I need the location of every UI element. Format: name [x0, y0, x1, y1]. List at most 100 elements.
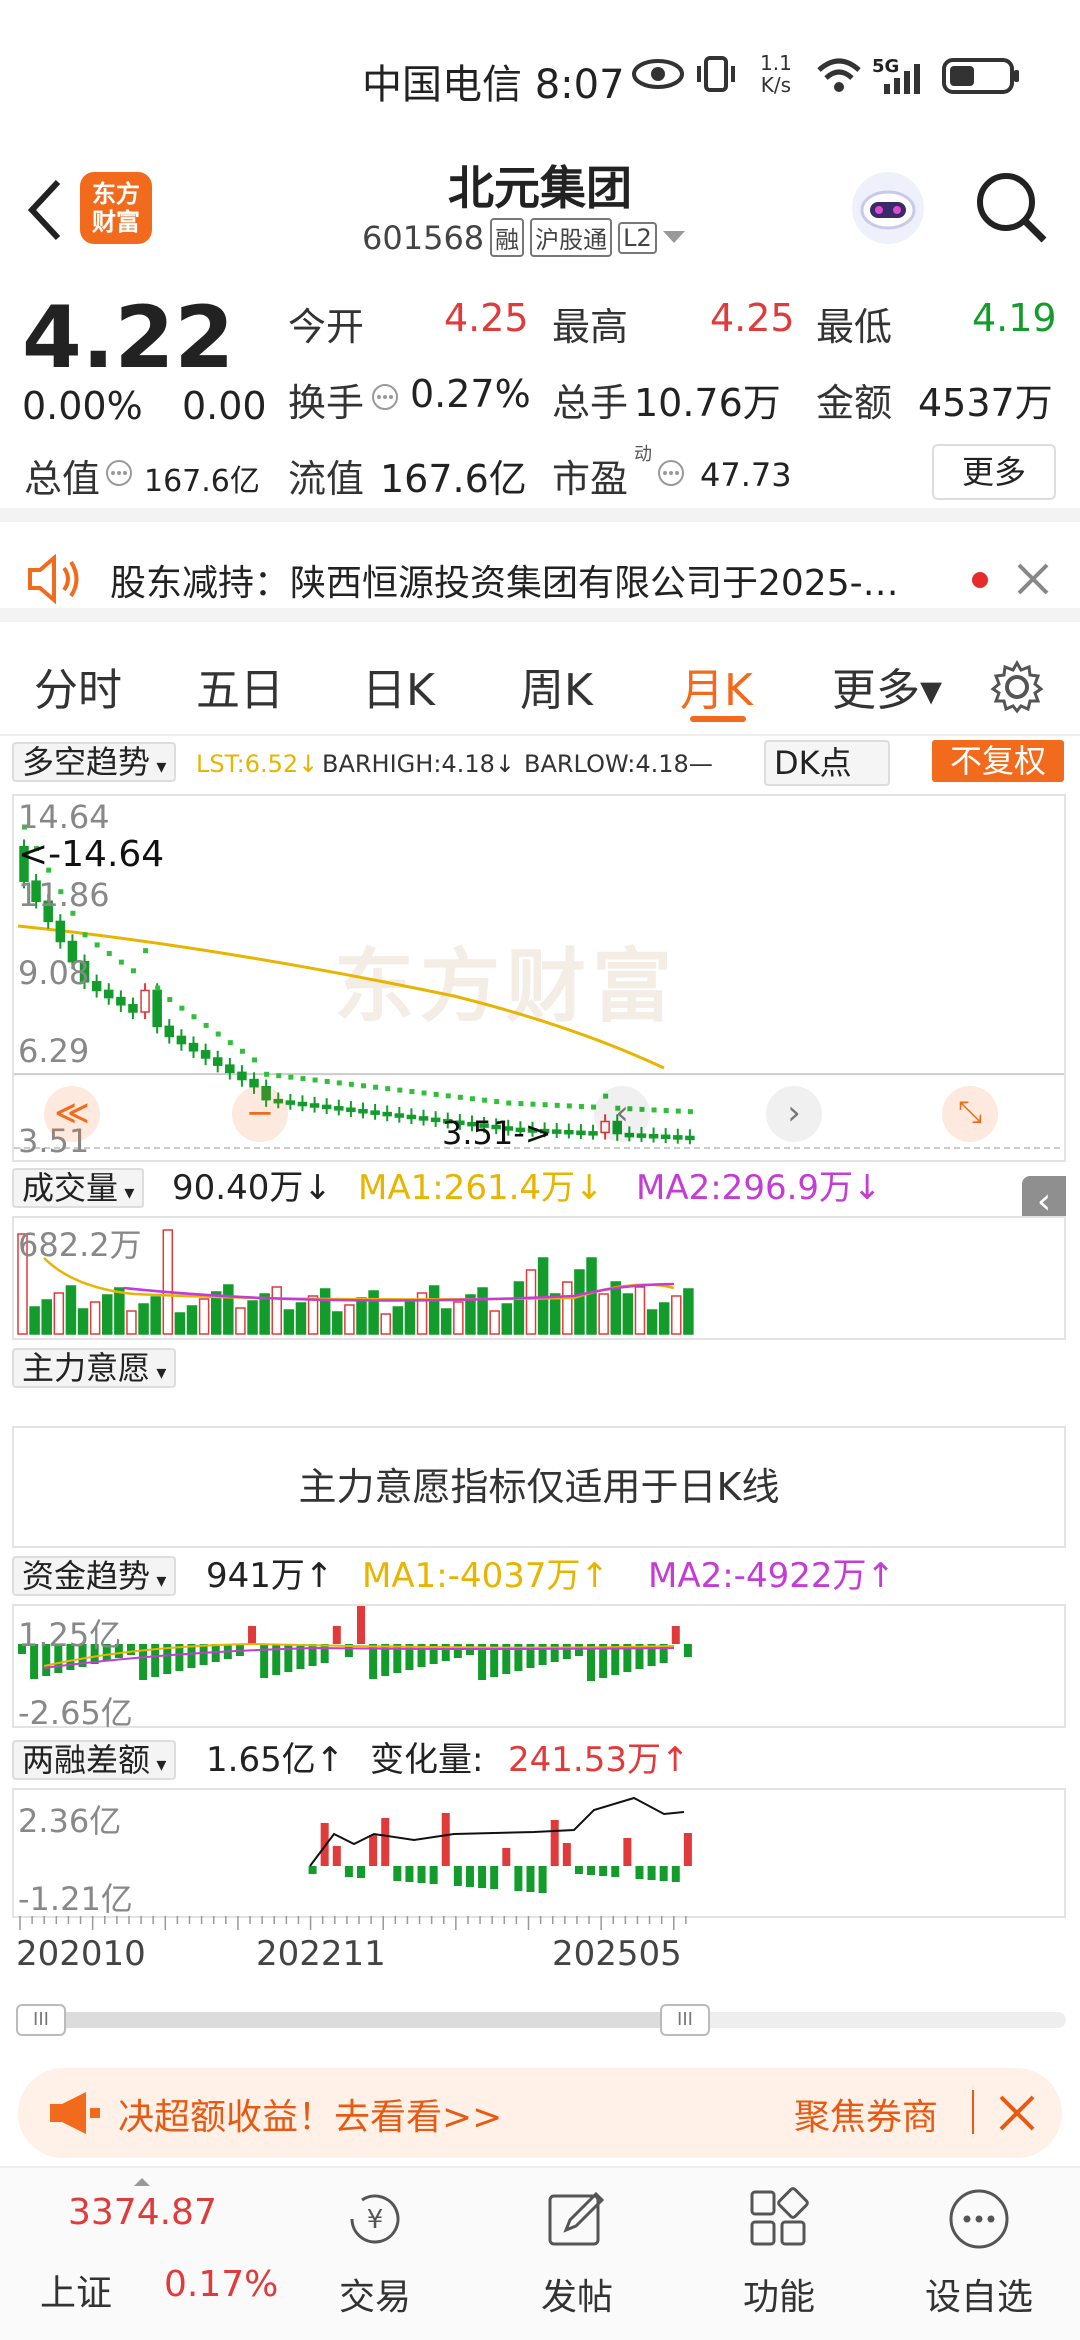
stock-code-row[interactable]: 601568 融 沪股通 L2: [362, 218, 685, 257]
volume-bar: [235, 1307, 246, 1335]
margin-bar: [538, 1866, 547, 1893]
zhuli-select[interactable]: 主力意愿 ▾: [12, 1348, 177, 1388]
change-pct: 0.00%: [22, 384, 143, 428]
chart-area: 多空趋势 ▾ LST:6.52↓ BARHIGH:4.18↓ BARLOW:4.…: [0, 736, 1080, 2036]
nav-trade[interactable]: 交易: [305, 2268, 445, 2320]
x-label-3: 202505: [552, 1934, 682, 1974]
volume-bar: [186, 1305, 198, 1335]
margin-bar: [441, 1813, 450, 1866]
candle: [564, 1129, 574, 1135]
tab-weekly-k[interactable]: 周K: [520, 654, 593, 718]
fuquan-button[interactable]: 不复权: [932, 740, 1064, 782]
apps-icon[interactable]: [746, 2186, 812, 2252]
dk-point-select[interactable]: DK点: [764, 740, 890, 786]
volume-bar: [65, 1285, 77, 1335]
trend-dot: [179, 1005, 185, 1011]
fund-bar: [453, 1644, 462, 1658]
volume-bar: [53, 1292, 65, 1335]
scroll-left-button[interactable]: ‹: [594, 1086, 650, 1142]
tab-daily-k[interactable]: 日K: [362, 654, 435, 718]
fund-bar: [562, 1644, 571, 1659]
close-icon[interactable]: [1016, 562, 1050, 596]
margin-bar: [635, 1866, 644, 1879]
trend-dot: [433, 1091, 439, 1097]
volume-bar: [477, 1287, 488, 1335]
volume-panel[interactable]: 682.2万: [12, 1216, 1066, 1340]
info-icon[interactable]: [370, 382, 400, 412]
kline-panel[interactable]: 东方财富 14.64 <-14.64 11.86 9.08 6.29 3.51 …: [12, 794, 1066, 1162]
stock-code: 601568: [362, 218, 485, 257]
gear-icon[interactable]: [990, 660, 1044, 714]
high-value: 4.25: [710, 296, 795, 340]
eye-icon: [632, 59, 684, 89]
expand-indicator[interactable]: [134, 2178, 150, 2186]
trend-dot: [554, 1102, 560, 1108]
nav-post[interactable]: 发帖: [507, 2268, 647, 2320]
low-label: 最低: [816, 305, 893, 349]
notice-text: 股东减持：陕西恒源投资集团有限公司于2025-…: [110, 563, 899, 604]
dk-label: DK点: [774, 744, 852, 782]
fullscreen-icon[interactable]: ⤡: [942, 1086, 998, 1142]
trend-dot: [542, 1102, 548, 1108]
more-icon[interactable]: [946, 2186, 1012, 2252]
volume-bar: [102, 1294, 113, 1335]
indicator-select[interactable]: 多空趋势 ▾: [12, 742, 177, 782]
margin-bar: [344, 1866, 353, 1877]
carrier-time: 中国电信 8:07: [362, 62, 625, 108]
range-handle-right[interactable]: III: [660, 2004, 710, 2036]
nav-functions[interactable]: 功能: [709, 2268, 849, 2320]
volume-bar: [368, 1290, 379, 1335]
volume-bar: [162, 1229, 174, 1335]
x-label-1: 202010: [16, 1934, 146, 1974]
info-icon[interactable]: [656, 458, 686, 488]
vibrate-icon: [697, 56, 735, 92]
tab-five-day[interactable]: 五日: [196, 654, 284, 718]
trend-dot: [663, 1108, 669, 1114]
promo-banner[interactable]: 决超额收益！去看看>> 聚焦券商: [18, 2068, 1062, 2158]
kline-chart: [14, 824, 1064, 1149]
barhigh-value: BARHIGH:4.18↓: [322, 750, 515, 778]
zijin-panel[interactable]: 1.25亿 -2.65亿: [12, 1604, 1066, 1732]
scroll-left-fast-button[interactable]: ≪: [44, 1086, 100, 1142]
trend-dot: [239, 1048, 245, 1054]
margin-bar: [320, 1823, 329, 1866]
post-icon[interactable]: [544, 2186, 610, 2252]
margin-bar: [332, 1846, 341, 1866]
tab-more[interactable]: 更多▾: [832, 654, 942, 718]
rongzi-select[interactable]: 两融差额 ▾: [12, 1740, 177, 1780]
volume-select[interactable]: 成交量 ▾: [12, 1168, 145, 1208]
unread-dot: [972, 572, 988, 588]
scroll-right-button[interactable]: ›: [766, 1086, 822, 1142]
robot-avatar-icon[interactable]: [846, 166, 930, 250]
candle: [382, 1111, 392, 1117]
zijin-select[interactable]: 资金趋势 ▾: [12, 1556, 177, 1596]
tab-intraday[interactable]: 分时: [34, 654, 122, 718]
index-value[interactable]: 3374.87: [68, 2192, 217, 2233]
info-icon[interactable]: [104, 458, 134, 488]
search-icon[interactable]: [974, 170, 1050, 246]
trend-dot: [143, 948, 149, 954]
candle: [212, 1057, 223, 1066]
index-change[interactable]: 0.17%: [164, 2264, 278, 2305]
trend-dot: [494, 1099, 500, 1105]
notice-bar[interactable]: 股东减持：陕西恒源投资集团有限公司于2025-…: [0, 536, 1080, 622]
zijin-ma1: MA1:-4037万↑: [362, 1556, 609, 1596]
float-value: 167.6亿: [380, 457, 527, 501]
volume-bar: [501, 1303, 513, 1335]
candle: [140, 989, 150, 1013]
volume-max: 682.2万: [18, 1226, 142, 1264]
candle: [116, 996, 126, 1006]
rongzi-panel[interactable]: 2.36亿 -1.21亿: [12, 1788, 1066, 1918]
tag-level2: L2: [618, 221, 657, 254]
close-icon[interactable]: [998, 2094, 1036, 2132]
zoom-out-button[interactable]: −: [232, 1086, 288, 1142]
more-button[interactable]: 更多: [932, 444, 1056, 500]
range-handle-left[interactable]: III: [16, 2004, 66, 2036]
nav-add-watchlist[interactable]: 设自选: [909, 2268, 1049, 2320]
trend-dot: [276, 1073, 282, 1079]
index-name[interactable]: 上证: [40, 2264, 112, 2316]
tab-monthly-k[interactable]: 月K: [680, 654, 753, 718]
trade-icon[interactable]: ¥: [342, 2186, 408, 2252]
rongzi-chart: [308, 1796, 692, 1893]
margin-bar: [611, 1866, 620, 1877]
